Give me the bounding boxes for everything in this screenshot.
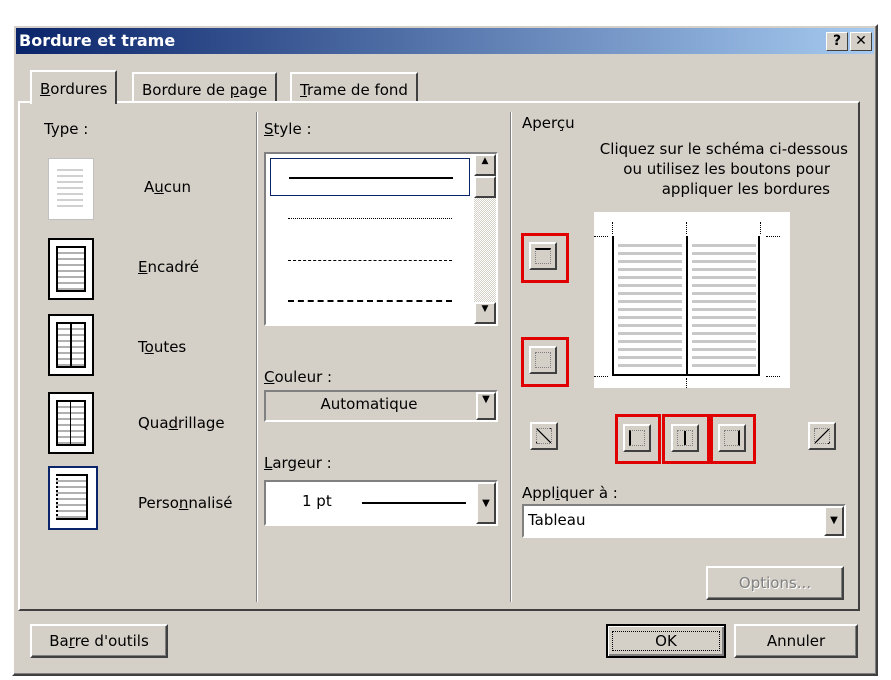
no-border-icon[interactable] [48,158,94,220]
color-dropdown[interactable]: Automatique ▼ [264,390,498,422]
preview-label: Aperçu [522,114,575,132]
apply-dropdown[interactable]: Tableau ▼ [522,504,846,538]
all-borders-icon[interactable] [48,314,94,376]
scroll-up-icon[interactable]: ▲ [474,154,496,176]
scroll-down-icon[interactable]: ▼ [474,302,496,324]
options-button[interactable]: Options... [706,566,844,600]
scroll-thumb[interactable] [474,176,496,198]
apply-value: Tableau [528,511,586,529]
color-value: Automatique [320,395,418,413]
diagonal-down-button[interactable] [808,422,836,450]
toolbar-button[interactable]: Barre d'outils [30,624,168,658]
right-border-button[interactable] [718,424,746,452]
type-item-label: Encadré [138,258,200,276]
width-dropdown[interactable]: 1 pt ▼ [264,480,498,526]
cancel-button[interactable]: Annuler [734,624,858,658]
style-scrollbar[interactable]: ▲ ▼ [474,154,496,324]
inside-vertical-border-button[interactable] [671,424,699,452]
type-item-label: Personnalisé [138,494,233,512]
chevron-down-icon[interactable]: ▼ [824,506,844,536]
color-label: Couleur : [264,368,333,386]
left-border-button[interactable] [623,424,651,452]
top-border-button[interactable] [529,242,557,270]
type-label: Type : [44,120,89,138]
grid-border-icon[interactable] [48,392,94,454]
preview-table [612,236,760,376]
style-option-dotted[interactable] [288,218,452,219]
width-value: 1 pt [302,492,332,510]
type-item-label: Aucun [144,178,192,196]
diagonal-up-button[interactable] [530,422,558,450]
style-option-solid[interactable] [270,158,470,196]
type-item-label: Toutes [138,338,187,356]
style-label: Style : [264,120,312,138]
style-option-dashed[interactable] [288,260,452,261]
preview-diagram[interactable] [594,212,790,388]
width-label: Largeur : [264,454,332,472]
inside-horizontal-border-button[interactable] [529,346,557,374]
ok-button[interactable]: OK [606,624,726,658]
style-option-long-dash[interactable] [288,300,452,302]
chevron-down-icon[interactable]: ▼ [476,392,496,420]
box-border-icon[interactable] [48,238,94,300]
separator [256,112,258,602]
apply-label: Appliquer à : [522,484,618,502]
chevron-down-icon[interactable]: ▼ [476,482,496,524]
separator [510,112,512,602]
type-item-label: Quadrillage [138,414,225,432]
custom-border-icon[interactable] [48,466,98,530]
style-list[interactable]: ▲ ▼ [264,152,498,326]
preview-instructions: Cliquez sur le schéma ci-dessous ou utili… [599,140,848,198]
